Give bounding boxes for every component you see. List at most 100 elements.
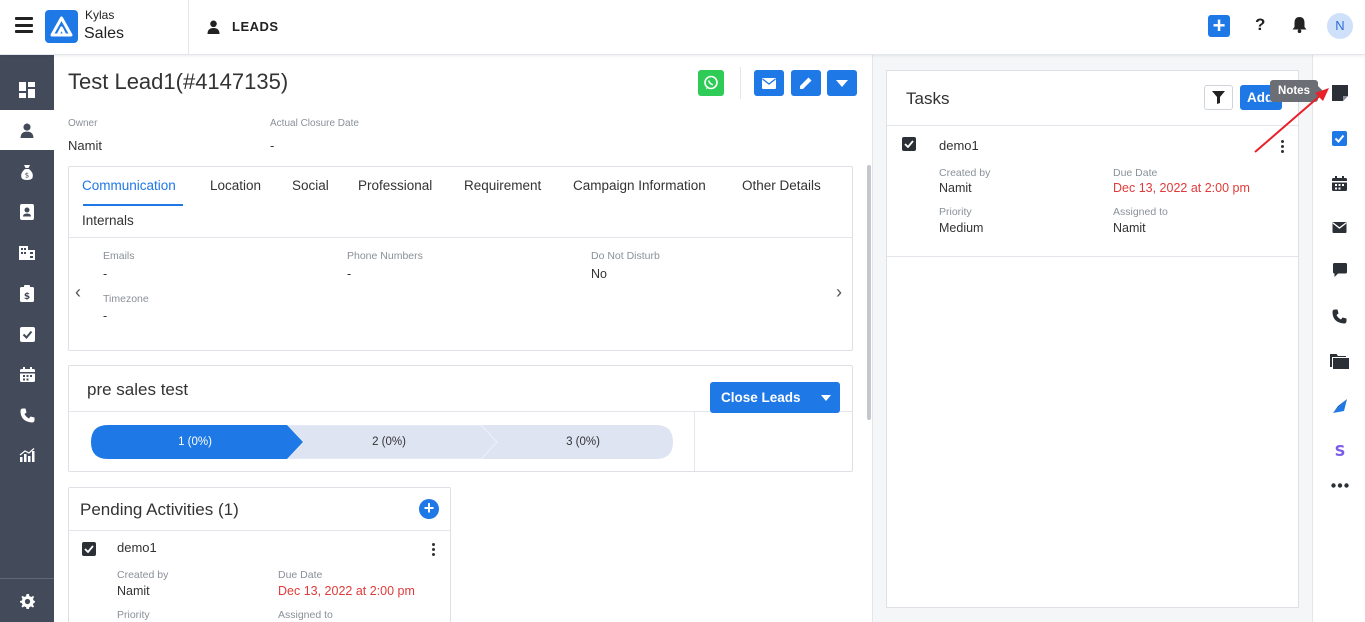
right-panel: Tasks Add demo1 Created by Namit Due Dat…: [872, 55, 1312, 622]
module-label: LEADS: [232, 19, 279, 34]
pending-created-by-label: Created by: [117, 569, 169, 581]
toolbar-divider: [740, 67, 741, 99]
pipeline-stage-1[interactable]: 1 (0%): [93, 425, 297, 459]
campaign-icon[interactable]: [1313, 391, 1365, 421]
task-created-by-value: Namit: [939, 181, 972, 195]
settings-icon[interactable]: [0, 581, 54, 621]
chevron-right-icon[interactable]: ›: [836, 282, 842, 303]
reports-icon[interactable]: [0, 435, 54, 475]
pending-priority-label: Priority: [117, 609, 150, 621]
kylas-logo[interactable]: [45, 10, 78, 43]
task-due-value: Dec 13, 2022 at 2:00 pm: [1113, 181, 1250, 195]
chat-icon[interactable]: [1313, 255, 1365, 285]
tasks-card: Tasks Add demo1 Created by Namit Due Dat…: [886, 70, 1299, 608]
avatar[interactable]: N: [1327, 13, 1353, 39]
pipeline-stage-2[interactable]: 2 (0%): [290, 425, 488, 459]
left-sidebar: $ $: [0, 55, 54, 622]
filter-button[interactable]: [1204, 85, 1233, 110]
pending-activities-card: Pending Activities (1) + demo1 Created b…: [68, 487, 451, 622]
quick-add-button[interactable]: +: [1208, 15, 1230, 37]
deals-icon[interactable]: $: [0, 152, 54, 192]
active-tab-indicator: [83, 204, 183, 206]
task-name[interactable]: demo1: [939, 138, 979, 153]
pending-created-by-value: Namit: [117, 584, 150, 598]
tab-internals[interactable]: Internals: [82, 213, 134, 228]
timezone-label: Timezone: [103, 293, 149, 305]
task-priority-value: Medium: [939, 221, 984, 235]
edit-button[interactable]: [791, 70, 821, 96]
s-app-icon[interactable]: S: [1313, 435, 1365, 465]
details-card: Communication Location Social Profession…: [68, 166, 853, 351]
tasks-title: Tasks: [906, 89, 950, 108]
tabs-divider: [69, 237, 852, 238]
envelope-icon: [762, 77, 776, 89]
tab-communication[interactable]: Communication: [82, 178, 176, 193]
pending-assigned-label: Assigned to: [278, 609, 333, 621]
companies-icon[interactable]: [0, 232, 54, 272]
user-icon: [207, 20, 220, 34]
emails-value: -: [103, 267, 108, 281]
tab-campaign-information[interactable]: Campaign Information: [573, 178, 706, 193]
pipeline-stage-3[interactable]: 3 (0%): [484, 425, 682, 459]
owner-label: Owner: [68, 118, 98, 129]
folder-icon[interactable]: [1313, 346, 1365, 376]
email-button[interactable]: [754, 70, 784, 96]
bell-icon[interactable]: [1292, 16, 1307, 38]
kebab-menu-icon[interactable]: [432, 543, 436, 558]
email-icon[interactable]: [1313, 212, 1365, 242]
quotations-icon[interactable]: $: [0, 273, 54, 313]
svg-text:$: $: [25, 172, 29, 180]
closure-date-label: Actual Closure Date: [270, 118, 359, 129]
tab-location[interactable]: Location: [210, 178, 261, 193]
top-bar: Kylas Sales LEADS + ? N: [0, 0, 1365, 55]
pipeline-vsep: [694, 412, 695, 471]
tasks-divider: [887, 125, 1298, 126]
contacts-icon[interactable]: [0, 192, 54, 232]
task-priority-label: Priority: [939, 206, 972, 218]
task-due-label: Due Date: [1113, 167, 1158, 179]
chevron-left-icon[interactable]: ‹: [75, 282, 81, 303]
sidebar-divider: [0, 578, 54, 579]
whatsapp-button[interactable]: [698, 70, 724, 96]
task-checkbox[interactable]: [82, 542, 96, 556]
phone-icon[interactable]: [1313, 301, 1365, 331]
more-actions-dropdown[interactable]: [827, 70, 857, 96]
tab-social[interactable]: Social: [292, 178, 329, 193]
caret-down-icon[interactable]: [821, 395, 831, 401]
page-title: Test Lead1(#4147135): [68, 69, 289, 94]
brand-name: Kylas: [85, 8, 115, 22]
leads-icon[interactable]: [0, 110, 54, 150]
main-scrollbar[interactable]: [867, 165, 871, 420]
close-leads-button[interactable]: Close Leads: [710, 382, 840, 413]
phone-icon[interactable]: [0, 395, 54, 435]
emails-label: Emails: [103, 250, 135, 262]
task-row-divider: [887, 256, 1298, 257]
task-checkbox[interactable]: [902, 137, 916, 151]
filter-icon: [1212, 91, 1225, 104]
check-icon: [84, 545, 94, 553]
close-leads-label: Close Leads: [721, 390, 801, 405]
task-assigned-value: Namit: [1113, 221, 1146, 235]
header-divider: [188, 0, 189, 55]
add-activity-button[interactable]: +: [419, 499, 439, 519]
caret-down-icon: [836, 79, 848, 87]
hamburger-menu-icon[interactable]: [15, 17, 33, 33]
help-button[interactable]: ?: [1255, 15, 1265, 35]
tasks-icon[interactable]: [0, 314, 54, 354]
pending-task-name[interactable]: demo1: [117, 540, 157, 555]
tab-professional[interactable]: Professional: [358, 178, 432, 193]
tab-requirement[interactable]: Requirement: [464, 178, 541, 193]
annotation-arrow: [1254, 88, 1329, 153]
task-created-by-label: Created by: [939, 167, 991, 179]
dashboard-icon[interactable]: [0, 70, 54, 110]
tab-other-details[interactable]: Other Details: [742, 178, 821, 193]
more-icon[interactable]: [1313, 470, 1365, 500]
pending-activities-title: Pending Activities (1): [80, 500, 239, 519]
check-icon: [904, 140, 914, 148]
pipeline-title: pre sales test: [87, 380, 189, 399]
module-title: LEADS: [207, 19, 279, 34]
phone-numbers-value: -: [347, 267, 352, 281]
calendar-icon[interactable]: [1313, 168, 1365, 198]
svg-text:S: S: [1334, 443, 1345, 457]
calendar-icon[interactable]: [0, 354, 54, 394]
